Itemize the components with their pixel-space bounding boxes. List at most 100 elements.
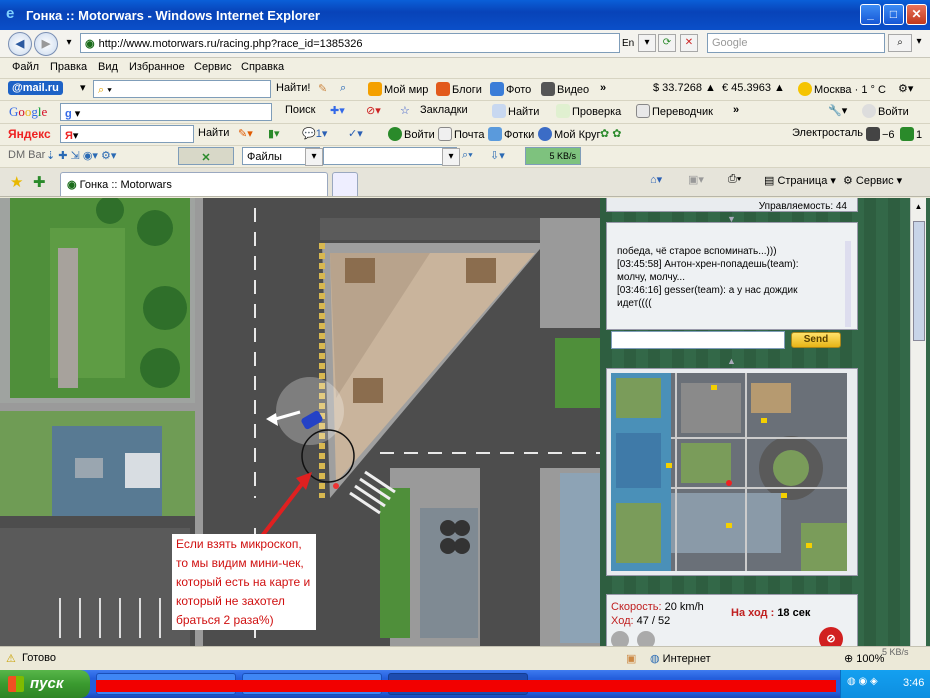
dm-url-field[interactable] [323, 147, 457, 165]
menu-favorites[interactable]: Избранное [129, 61, 185, 73]
star-icon[interactable]: ☆ [400, 104, 410, 117]
mailru-find-button[interactable]: Найти! [276, 82, 310, 94]
menu-file[interactable]: Файл [12, 61, 39, 73]
chart-icon[interactable]: ▮▾ [268, 127, 280, 140]
stop-race-icon[interactable]: ⊘ [819, 627, 843, 646]
maximize-button[interactable]: □ [883, 4, 904, 25]
mailru-search-field[interactable]: ⌕ ▾ [93, 80, 271, 98]
title-bar: e Гонка :: Motorwars - Windows Internet … [0, 0, 930, 30]
collapse-arrow-icon[interactable]: ▲ [727, 356, 736, 366]
address-bar[interactable]: ◉ http://www.motorwars.ru/racing.php?race… [80, 33, 620, 53]
google-bookmarks[interactable]: Закладки [420, 104, 468, 116]
search-dropdown[interactable]: ▾ [912, 34, 926, 52]
feeds-icon[interactable]: ▣▾ [688, 173, 704, 186]
files-dropdown[interactable]: ▾ [305, 148, 323, 166]
refresh-icon[interactable]: ⟳ [658, 34, 676, 52]
mailru-photo[interactable]: Фото [490, 82, 531, 96]
google-spellcheck[interactable]: Проверка [556, 104, 621, 118]
chat-line: победа, чё старое вспоминать...))) [617, 246, 777, 257]
google-search-field[interactable]: g ▾ [60, 103, 272, 121]
menu-edit[interactable]: Правка [50, 61, 87, 73]
extra-icons[interactable]: ✿ ✿ [600, 127, 622, 140]
side-panel: Управляемость: 44 ▼ победа, чё старое вс… [600, 198, 930, 646]
system-tray: ◍ ◉ ◈ 3:46 [840, 670, 930, 698]
forward-button[interactable]: ▶ [34, 32, 58, 56]
yandex-photos[interactable]: Фотки [488, 127, 534, 141]
google-logo[interactable]: Google [9, 104, 47, 120]
mailru-my-world[interactable]: Мой мир [368, 82, 428, 96]
chat-icon[interactable]: 💬1▾ [302, 127, 327, 140]
minimize-button[interactable]: _ [860, 4, 881, 25]
search-mail-icon[interactable]: ⌕ [340, 82, 346, 95]
spell-icon[interactable]: ✓▾ [348, 127, 363, 140]
menu-help[interactable]: Справка [241, 61, 284, 73]
popup-blocker-icon[interactable]: ⊘▾ [366, 104, 381, 117]
plus-icon[interactable]: ✚▾ [330, 104, 345, 117]
wrench-icon[interactable]: 🔧▾ [828, 104, 847, 117]
chat-line: [03:45:58] Антон-хрен-попадешь(team): [617, 259, 799, 270]
yandex-find-button[interactable]: Найти [198, 127, 229, 139]
add-favorites-icon[interactable]: ✚ [33, 173, 46, 191]
eur-rate: € 45.3963 ▲ [722, 82, 785, 94]
mailru-dropdown[interactable]: ▾ [80, 81, 86, 94]
yandex-signin[interactable]: Войти [388, 127, 435, 141]
google-find-button[interactable]: Найти [492, 104, 539, 118]
menu-bar: Файл Правка Вид Избранное Сервис Справка [0, 58, 930, 79]
chat-scrollbar[interactable] [845, 241, 851, 327]
dm-grab-button[interactable]: ✕ [178, 147, 234, 165]
send-button[interactable]: Send [791, 332, 841, 348]
pencil-icon[interactable]: ✎▾ [238, 127, 253, 140]
download-icon[interactable]: ⇩▾ [490, 149, 505, 162]
chat-input[interactable] [611, 331, 785, 349]
google-signin[interactable]: Войти [862, 104, 909, 118]
favorites-star-icon[interactable]: ★ [10, 173, 23, 191]
back-button[interactable]: ◀ [8, 32, 32, 56]
blogs-icon [436, 82, 450, 96]
tray-icons[interactable]: ◍ ◉ ◈ [847, 676, 878, 687]
address-dropdown[interactable]: ▾ [638, 34, 656, 52]
temperature-1: −6 [866, 127, 895, 141]
pen-icon[interactable]: ✎ [318, 82, 327, 95]
url-dropdown[interactable]: ▾ [442, 148, 460, 166]
close-button[interactable]: ✕ [906, 4, 927, 25]
page-scrollbar[interactable]: ▲ [910, 198, 926, 646]
weather-widget[interactable]: Москва · 1 ° С [798, 82, 886, 96]
menu-view[interactable]: Вид [98, 61, 118, 73]
tools-menu[interactable]: ⚙ Сервис ▾ [843, 174, 902, 187]
search-placeholder: Google [712, 37, 748, 49]
menu-tools[interactable]: Сервис [194, 61, 232, 73]
mailru-logo[interactable]: @mail.ru [8, 81, 63, 95]
yandex-mail[interactable]: Почта [438, 127, 485, 141]
circle-icon [538, 127, 552, 141]
mailru-video[interactable]: Видео [541, 82, 589, 96]
mailru-blogs[interactable]: Блоги [436, 82, 482, 96]
dm-icons[interactable]: ⇣ ✚ ⇲ ◉▾ ⚙▾ [46, 149, 116, 162]
stop-icon[interactable]: ✕ [680, 34, 698, 52]
start-button[interactable]: пуск [0, 670, 90, 698]
chat-log: победа, чё старое вспоминать...))) [03:4… [617, 245, 839, 310]
home-icon[interactable]: ⌂▾ [650, 173, 662, 186]
window-title: Гонка :: Motorwars - Windows Internet Ex… [26, 8, 320, 23]
annotation-line: который есть на карте и [176, 575, 311, 589]
more-chevron-icon[interactable]: » [600, 82, 606, 94]
tab-motorwars[interactable]: ◉ Гонка :: Motorwars [60, 172, 328, 196]
control-icon[interactable] [611, 631, 629, 646]
zoom-control[interactable]: ⊕ 100% [844, 652, 884, 665]
control-icon[interactable] [637, 631, 655, 646]
race-map[interactable]: Если взять микроскоп, то мы видим мини-ч… [0, 198, 600, 646]
google-search-button[interactable]: Поиск [285, 104, 315, 116]
print-icon[interactable]: ⎙▾ [728, 173, 741, 186]
search-icon[interactable]: ⌕▾ [462, 149, 473, 162]
new-tab-button[interactable] [332, 172, 358, 196]
search-icon[interactable]: ⌕ [888, 34, 912, 52]
more-chevron-icon[interactable]: » [733, 104, 739, 116]
search-field[interactable]: Google [707, 33, 885, 53]
minimap[interactable] [611, 373, 847, 571]
page-menu[interactable]: ▤ Страница ▾ [764, 174, 836, 187]
settings-icon[interactable]: ⚙▾ [898, 82, 913, 95]
history-dropdown[interactable]: ▾ [60, 35, 78, 53]
google-translate[interactable]: Переводчик [636, 104, 713, 118]
yandex-search-field[interactable]: Я▾ [60, 125, 194, 143]
yandex-circle[interactable]: Мой Круг [538, 127, 601, 141]
yandex-logo[interactable]: Яндекс [8, 127, 51, 141]
